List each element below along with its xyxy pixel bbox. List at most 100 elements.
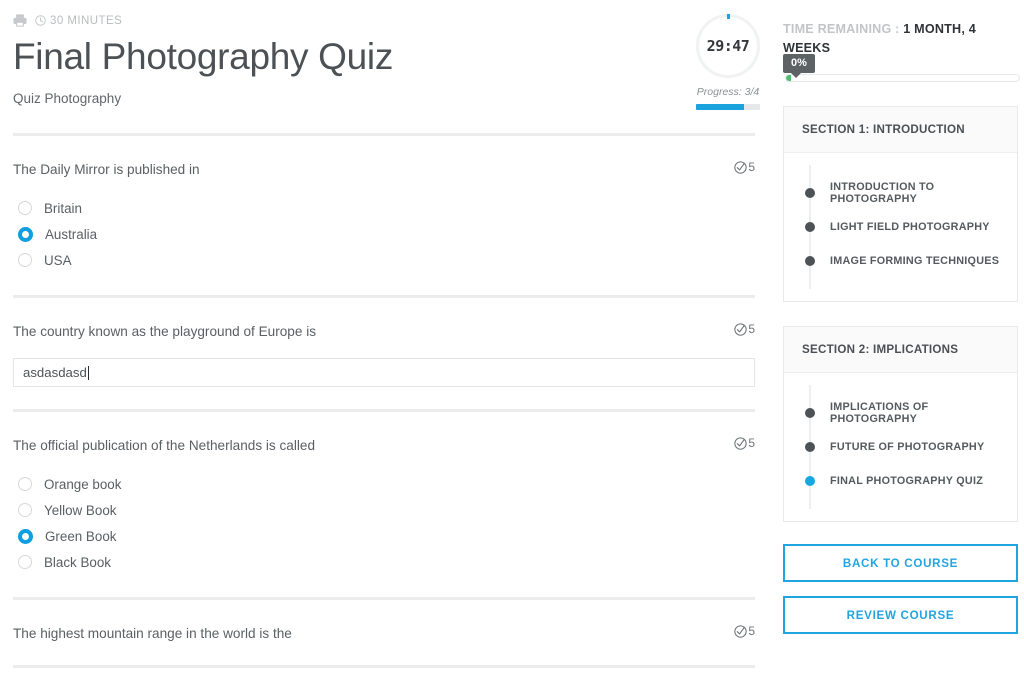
text-cursor — [87, 365, 89, 380]
timeline-dot-active-icon — [805, 476, 815, 486]
course-section-title[interactable]: SECTION 2: IMPLICATIONS — [784, 327, 1017, 373]
answer-options: Orange book Yellow Book Green Book Black Bo… — [13, 471, 755, 575]
course-section-items: IMPLICATIONS OF PHOTOGRAPHY FUTURE OF PHO… — [784, 373, 1017, 521]
timer-tick-icon — [726, 14, 730, 19]
course-outline-item[interactable]: FINAL PHOTOGRAPHY QUIZ — [784, 467, 1017, 495]
time-remaining: TIME REMAINING : 1 MONTH, 4 WEEKS — [783, 0, 1016, 58]
radio-button[interactable] — [18, 253, 32, 267]
time-remaining-label: TIME REMAINING : — [783, 22, 900, 36]
answer-option-label: Black Book — [44, 554, 111, 570]
answer-option-label: USA — [44, 252, 72, 268]
quiz-subtitle: Quiz Photography — [13, 91, 122, 106]
course-outline-item[interactable]: INTRODUCTION TO PHOTOGRAPHY — [784, 179, 1017, 207]
timeline-dot-icon — [805, 408, 815, 418]
question-block: The country known as the playground of E… — [13, 298, 755, 412]
question-header: The highest mountain range in the world … — [13, 624, 755, 643]
timer-circle: 29:47 — [696, 14, 760, 78]
course-progress-bar — [785, 74, 1020, 82]
course-section-card: SECTION 2: IMPLICATIONS IMPLICATIONS OF P… — [783, 326, 1018, 522]
quiz-timer-panel: 29:47 Progress: 3/4 — [688, 0, 768, 110]
question-text: The highest mountain range in the world … — [13, 626, 292, 641]
quiz-duration: 30 MINUTES — [35, 15, 122, 27]
question-header: The country known as the playground of E… — [13, 322, 755, 341]
answer-option-label: Yellow Book — [44, 502, 117, 518]
page-title: Final Photography Quiz — [13, 36, 394, 77]
course-outline-item[interactable]: IMAGE FORMING TECHNIQUES — [784, 247, 1017, 275]
answer-option-label: Britain — [44, 200, 82, 216]
questions-container: The Daily Mirror is published in 5 Britain… — [13, 136, 755, 668]
course-progress: 0% — [783, 54, 1020, 82]
radio-button-selected[interactable] — [18, 528, 33, 544]
course-section-title[interactable]: SECTION 1: INTRODUCTION — [784, 107, 1017, 153]
question-points: 5 — [734, 436, 755, 450]
question-text: The official publication of the Netherla… — [13, 438, 316, 453]
quiz-duration-label: 30 MINUTES — [50, 14, 123, 27]
question-block: The Daily Mirror is published in 5 Britain… — [13, 136, 755, 298]
answer-option[interactable]: Britain — [13, 195, 755, 221]
radio-button[interactable] — [18, 503, 32, 517]
answer-text-value: asdasdasd — [23, 365, 87, 380]
question-block: The official publication of the Netherla… — [13, 412, 755, 600]
course-outline-item-label: INTRODUCTION TO PHOTOGRAPHY — [830, 181, 935, 205]
radio-button[interactable] — [18, 555, 32, 569]
course-outline-item-label: FUTURE OF PHOTOGRAPHY — [830, 441, 985, 453]
question-divider — [13, 665, 755, 668]
question-header: The official publication of the Netherla… — [13, 436, 755, 455]
course-outline-item[interactable]: LIGHT FIELD PHOTOGRAPHY — [784, 213, 1017, 241]
answer-option[interactable]: Australia — [13, 221, 755, 247]
course-section-card: SECTION 1: INTRODUCTION INTRODUCTION TO P… — [783, 106, 1018, 302]
answer-option[interactable]: Orange book — [13, 471, 755, 497]
question-header: The Daily Mirror is published in 5 — [13, 160, 755, 179]
course-section-items: INTRODUCTION TO PHOTOGRAPHY LIGHT FIELD P… — [784, 153, 1017, 301]
radio-button[interactable] — [18, 201, 32, 215]
quiz-progress-fill — [696, 104, 744, 110]
course-sidebar: TIME REMAINING : 1 MONTH, 4 WEEKS 0% SEC… — [775, 0, 1024, 697]
timeline-dot-icon — [805, 256, 815, 266]
answer-option[interactable]: Yellow Book — [13, 497, 755, 523]
review-course-button[interactable]: REVIEW COURSE — [783, 596, 1018, 634]
quiz-progress-label: Progress: 3/4 — [696, 86, 760, 98]
printer-icon[interactable] — [13, 14, 27, 27]
course-outline-item-label: LIGHT FIELD PHOTOGRAPHY — [830, 221, 990, 233]
course-outline-item[interactable]: FUTURE OF PHOTOGRAPHY — [784, 433, 1017, 461]
check-circle-icon — [734, 322, 747, 336]
course-outline-item-label: IMAGE FORMING TECHNIQUES — [830, 255, 1000, 267]
course-outline-item[interactable]: IMPLICATIONS OF PHOTOGRAPHY — [784, 399, 1017, 427]
quiz-main-content: 30 MINUTES Final Photography Quiz Quiz P… — [0, 0, 768, 697]
radio-button-selected[interactable] — [18, 226, 33, 242]
question-points-value: 5 — [748, 436, 755, 450]
question-text: The country known as the playground of E… — [13, 324, 317, 339]
check-circle-icon — [734, 624, 747, 638]
course-outline: SECTION 1: INTRODUCTION INTRODUCTION TO P… — [783, 106, 1018, 522]
answer-option[interactable]: Black Book — [13, 549, 755, 575]
quiz-progress-bar — [696, 104, 760, 110]
course-outline-item-label: IMPLICATIONS OF PHOTOGRAPHY — [830, 401, 929, 425]
sidebar-buttons: BACK TO COURSE REVIEW COURSE — [783, 544, 1018, 634]
quiz-meta-row: 30 MINUTES — [13, 0, 755, 27]
answer-option[interactable]: USA — [13, 247, 755, 273]
answer-option[interactable]: Green Book — [13, 523, 755, 549]
answer-options: Britain Australia USA — [13, 195, 755, 273]
course-progress-fill — [786, 75, 791, 81]
question-points: 5 — [734, 322, 755, 336]
question-points: 5 — [734, 624, 755, 638]
radio-button[interactable] — [18, 477, 32, 491]
question-points-value: 5 — [748, 624, 755, 638]
timeline-dot-icon — [805, 222, 815, 232]
back-to-course-button[interactable]: BACK TO COURSE — [783, 544, 1018, 582]
question-points: 5 — [734, 160, 755, 174]
answer-option-label: Australia — [45, 226, 98, 242]
timer-value: 29:47 — [706, 37, 750, 55]
quiz-page: 30 MINUTES Final Photography Quiz Quiz P… — [0, 0, 1024, 697]
timeline-dot-icon — [805, 188, 815, 198]
question-points-value: 5 — [748, 160, 755, 174]
course-outline-item-label: FINAL PHOTOGRAPHY QUIZ — [830, 475, 984, 487]
check-circle-icon — [734, 160, 747, 174]
answer-option-label: Green Book — [45, 528, 117, 544]
question-points-value: 5 — [748, 322, 755, 336]
question-text: The Daily Mirror is published in — [13, 162, 200, 177]
answer-option-label: Orange book — [44, 476, 122, 492]
answer-text-input[interactable]: asdasdasd — [13, 358, 755, 387]
question-block: The highest mountain range in the world … — [13, 600, 755, 668]
timeline-dot-icon — [805, 442, 815, 452]
